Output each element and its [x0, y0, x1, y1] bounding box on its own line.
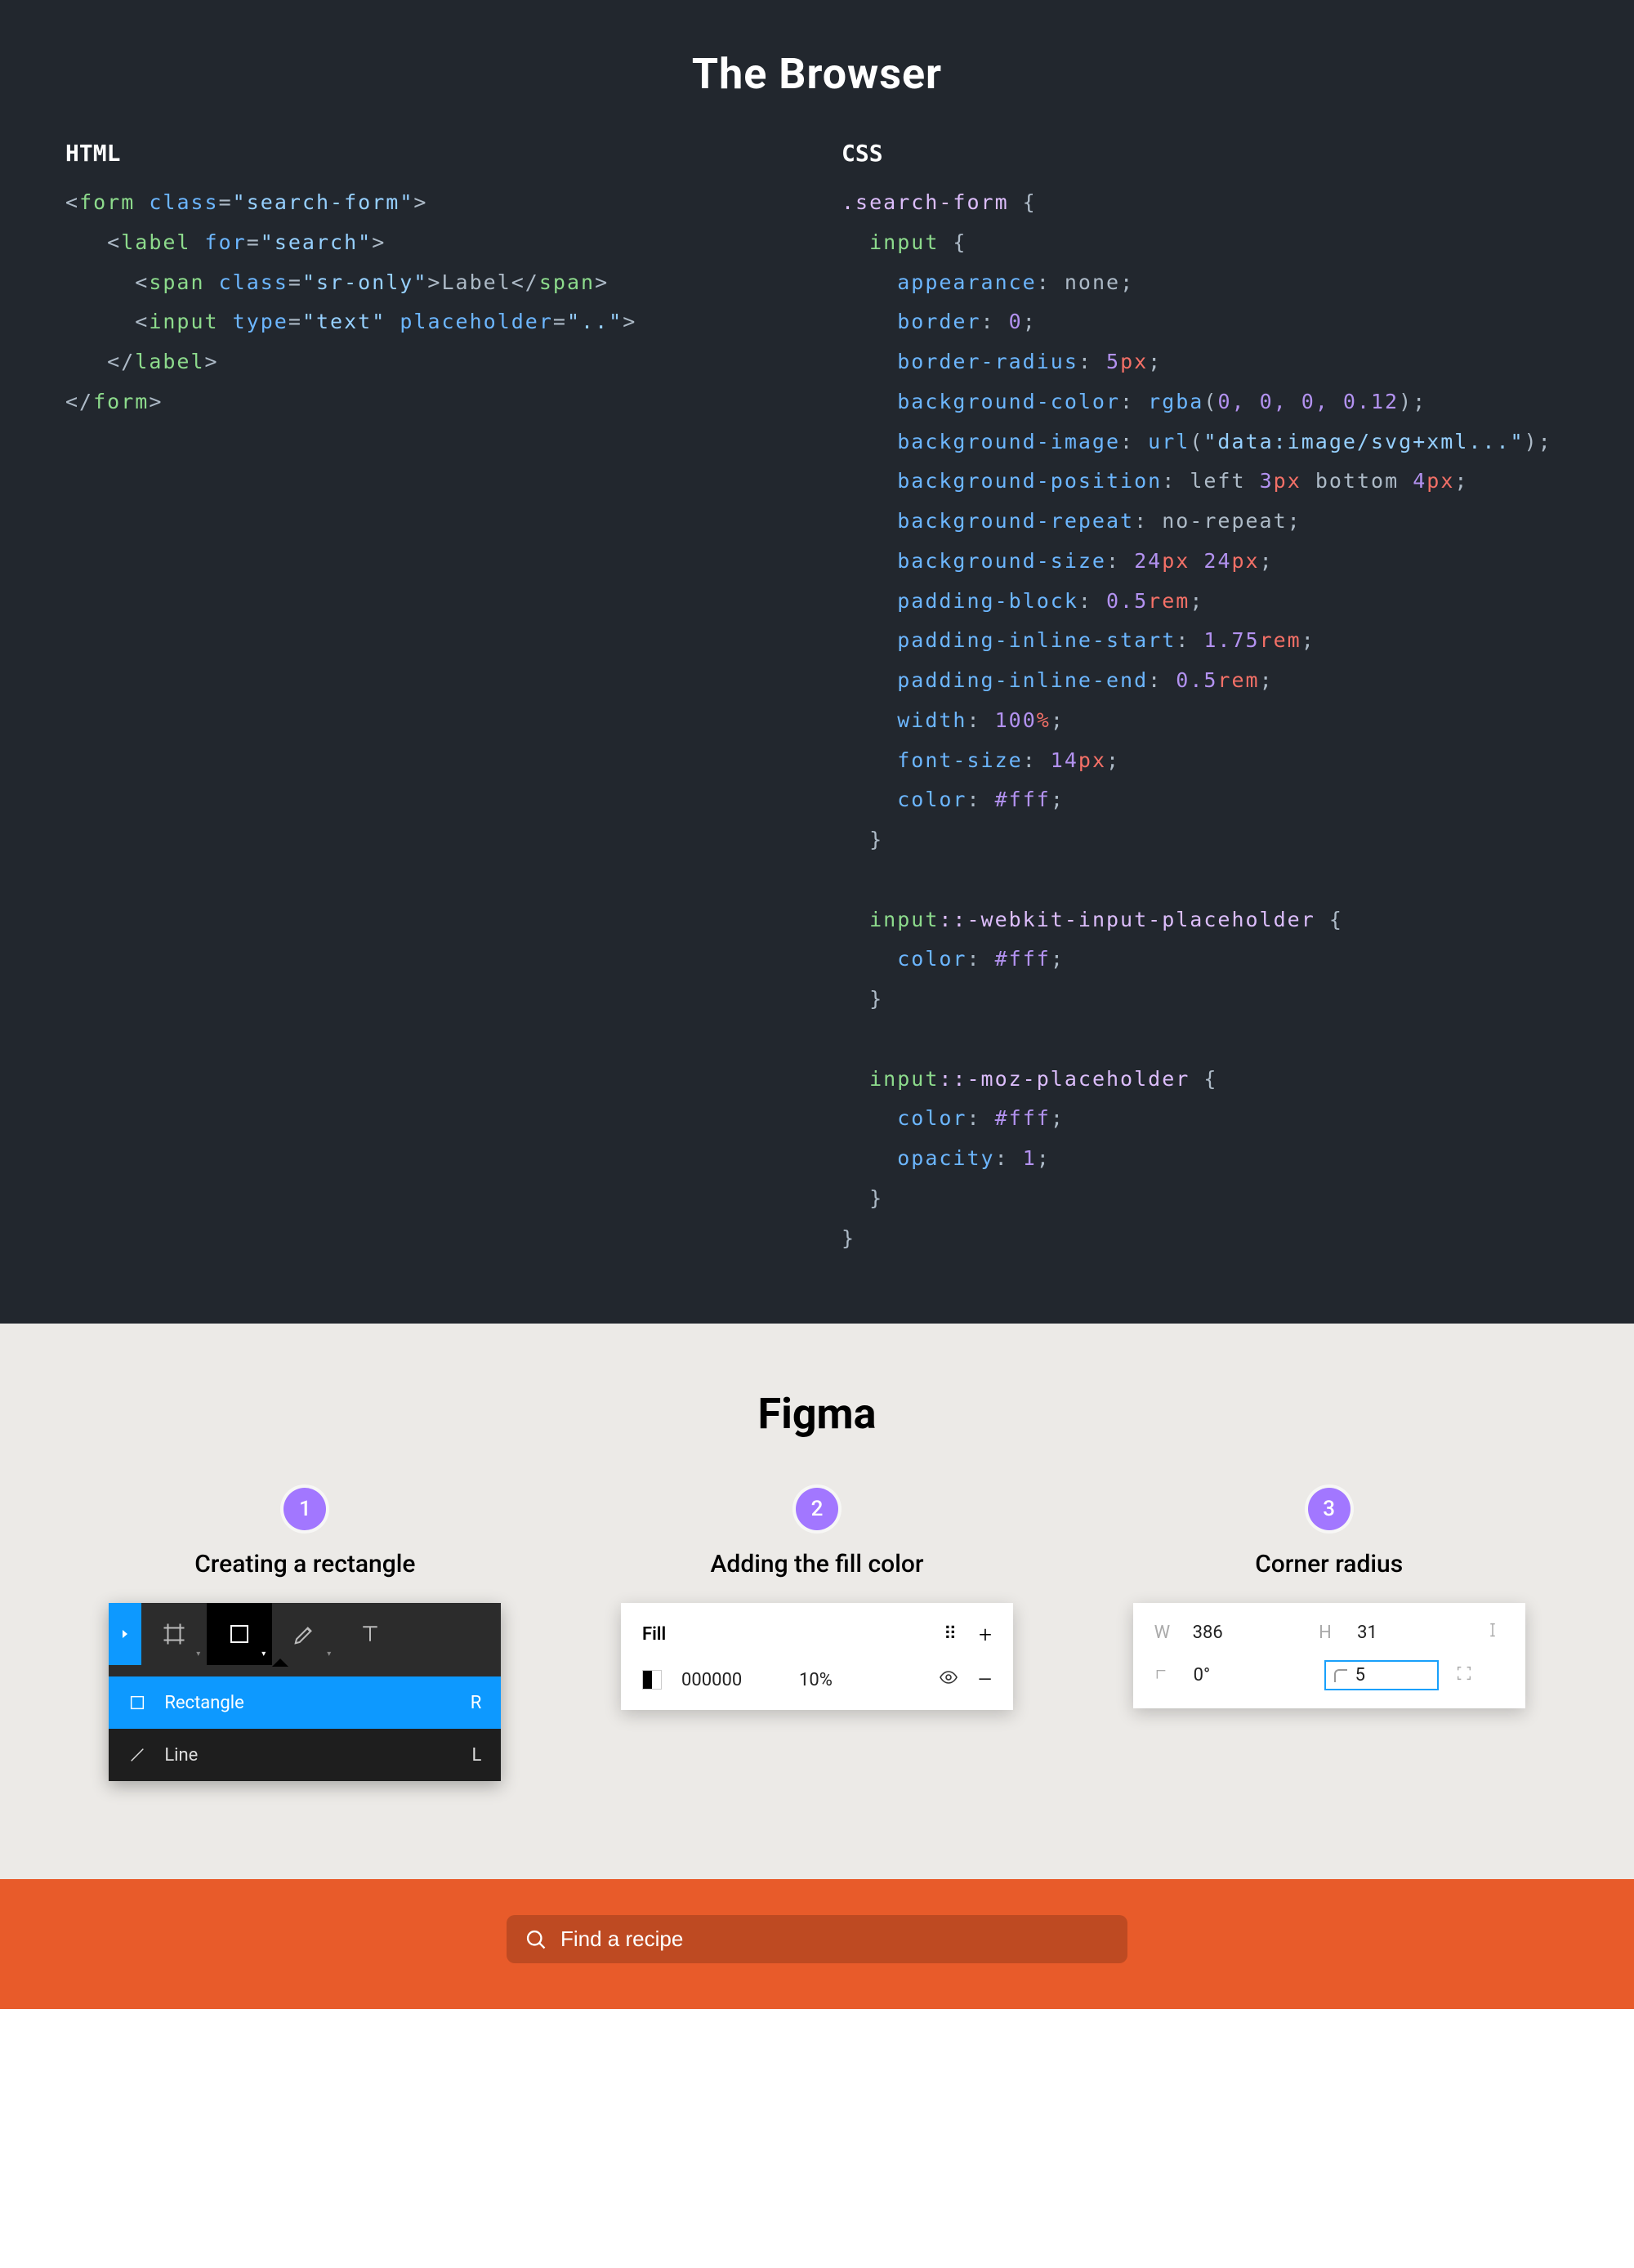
corner-radius-input[interactable]: 5	[1324, 1660, 1439, 1690]
pen-icon	[292, 1622, 317, 1646]
chevron-down-icon: ▾	[261, 1650, 266, 1659]
browser-title: The Browser	[65, 49, 1569, 99]
text-icon	[358, 1622, 382, 1646]
step-3: 3 Corner radius W 386 H 31 0°	[1089, 1488, 1569, 1781]
css-column: CSS .search-form { input { appearance: n…	[842, 140, 1569, 1258]
hex-value[interactable]: 000000	[681, 1670, 779, 1690]
visibility-icon[interactable]	[939, 1668, 958, 1692]
html-code-block: <form class="search-form"> <label for="s…	[65, 183, 792, 422]
corner-radius-value: 5	[1355, 1665, 1365, 1685]
figma-title: Figma	[65, 1389, 1569, 1439]
search-container	[507, 1915, 1127, 1963]
independent-corners-icon[interactable]	[1455, 1664, 1476, 1687]
frame-tool[interactable]: ▾	[141, 1603, 207, 1665]
rotation-icon	[1154, 1665, 1177, 1686]
browser-section: The Browser HTML <form class="search-for…	[0, 0, 1634, 1324]
figma-section: Figma 1 Creating a rectangle ▾ ▾	[0, 1324, 1634, 1879]
html-heading: HTML	[65, 140, 792, 167]
menu-item-line[interactable]: Line L	[109, 1729, 501, 1781]
search-bar-section	[0, 1879, 1634, 2009]
chevron-down-icon: ▾	[327, 1650, 331, 1659]
text-tool[interactable]	[337, 1603, 403, 1665]
step-title-2: Adding the fill color	[578, 1550, 1057, 1578]
shape-menu: Rectangle R Line L	[109, 1676, 501, 1781]
css-heading: CSS	[842, 140, 1569, 167]
add-fill-button[interactable]: +	[979, 1621, 992, 1648]
caret-right-icon	[123, 1630, 127, 1638]
step-badge-2: 2	[796, 1488, 838, 1530]
width-value[interactable]: 386	[1193, 1623, 1303, 1643]
height-label: H	[1319, 1623, 1341, 1643]
html-column: HTML <form class="search-form"> <label f…	[65, 140, 792, 1258]
opacity-value[interactable]: 10%	[799, 1670, 919, 1690]
rectangle-icon	[128, 1694, 164, 1712]
menu-shortcut: R	[471, 1693, 482, 1713]
style-icon[interactable]: ⠿	[944, 1624, 959, 1645]
line-icon	[128, 1746, 164, 1764]
fill-title: Fill	[642, 1624, 944, 1645]
search-input[interactable]	[560, 1926, 1109, 1952]
search-icon	[525, 1928, 547, 1951]
rectangle-icon	[227, 1622, 252, 1646]
pen-tool[interactable]: ▾	[272, 1603, 337, 1665]
menu-label: Line	[164, 1745, 471, 1766]
corner-icon	[1334, 1669, 1347, 1682]
rotation-value[interactable]: 0°	[1194, 1665, 1308, 1685]
fill-panel: Fill ⠿ + 000000 10% —	[621, 1603, 1013, 1710]
step-badge-3: 3	[1308, 1488, 1351, 1530]
constrain-icon[interactable]	[1484, 1621, 1504, 1644]
menu-label: Rectangle	[164, 1693, 470, 1713]
step-2: 2 Adding the fill color Fill ⠿ + 000000 …	[578, 1488, 1057, 1781]
step-title-1: Creating a rectangle	[65, 1550, 545, 1578]
chevron-down-icon: ▾	[196, 1650, 200, 1659]
properties-panel: W 386 H 31 0° 5	[1133, 1603, 1525, 1708]
step-1: 1 Creating a rectangle ▾ ▾ ▾	[65, 1488, 545, 1781]
css-code-block: .search-form { input { appearance: none;…	[842, 183, 1569, 1258]
color-swatch[interactable]	[642, 1670, 662, 1690]
width-label: W	[1154, 1623, 1176, 1643]
menu-item-rectangle[interactable]: Rectangle R	[109, 1676, 501, 1729]
toolbar-dropdown[interactable]	[109, 1603, 141, 1665]
rectangle-tool[interactable]: ▾	[207, 1603, 272, 1665]
frame-icon	[162, 1622, 186, 1646]
figma-toolbar: ▾ ▾ ▾	[109, 1603, 501, 1781]
menu-shortcut: L	[471, 1745, 481, 1766]
step-title-3: Corner radius	[1089, 1550, 1569, 1578]
remove-fill-button[interactable]: —	[978, 1670, 992, 1690]
step-badge-1: 1	[283, 1488, 326, 1530]
height-value[interactable]: 31	[1357, 1623, 1467, 1643]
